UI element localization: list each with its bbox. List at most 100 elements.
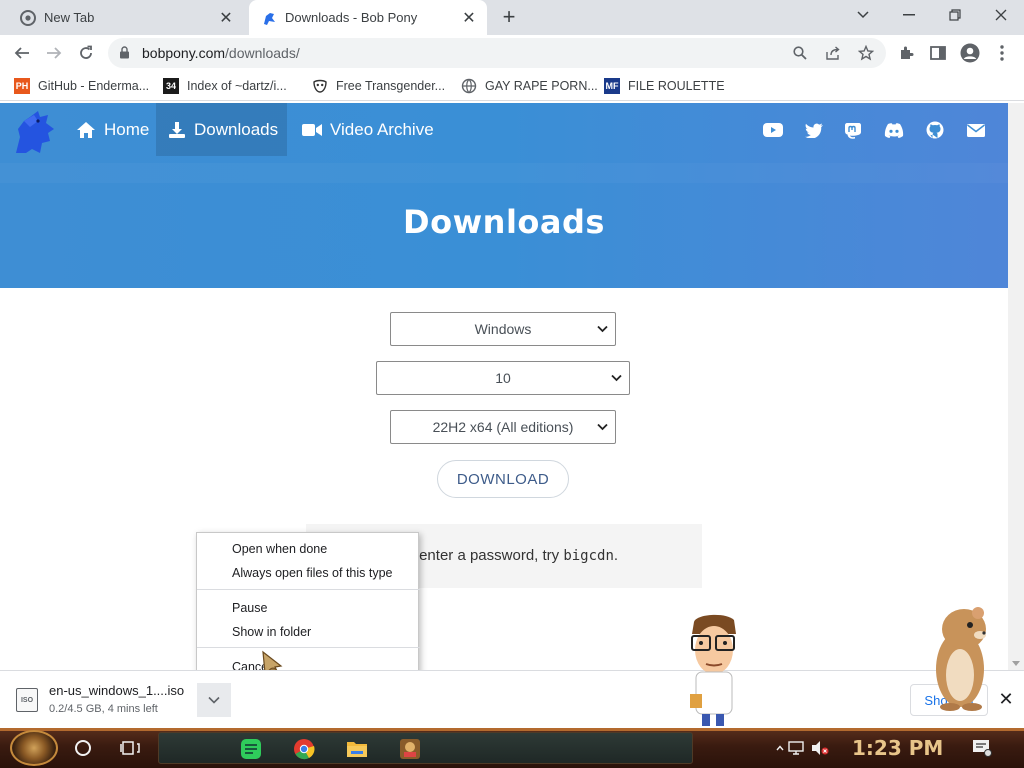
page-scrollbar[interactable] xyxy=(1008,103,1024,670)
twitter-icon[interactable] xyxy=(804,120,824,140)
os-select[interactable]: Windows xyxy=(390,312,616,346)
menu-item-show-in-folder[interactable]: Show in folder xyxy=(232,622,311,642)
bookmark-star-icon[interactable] xyxy=(856,43,876,63)
notifications-icon[interactable] xyxy=(972,738,992,758)
search-icon[interactable] xyxy=(790,43,810,63)
email-icon[interactable] xyxy=(966,120,986,140)
bonzi-app-icon[interactable] xyxy=(398,737,422,761)
task-view-icon[interactable] xyxy=(118,736,142,760)
scroll-down-icon[interactable] xyxy=(1012,661,1020,666)
download-context-menu: Open when done Always open files of this… xyxy=(196,532,420,681)
bookmark-file-roulette[interactable]: MF FILE ROULETTE xyxy=(604,76,725,96)
profile-avatar-icon[interactable] xyxy=(959,42,981,64)
discord-icon[interactable] xyxy=(884,120,904,140)
version-select[interactable]: 10 xyxy=(376,361,630,395)
menu-divider xyxy=(197,589,420,590)
bookmark-label: FILE ROULETTE xyxy=(628,79,725,93)
close-tab-icon[interactable]: ✕ xyxy=(216,8,236,28)
hero-banner: Home Downloads Video Archive Downloads xyxy=(0,103,1008,288)
bookmark-label: Index of ~dartz/i... xyxy=(187,79,287,93)
cartoon-man-icon xyxy=(686,612,742,733)
download-filename: en-us_windows_1....iso xyxy=(49,683,185,698)
tab-downloads-bob-pony[interactable]: Downloads - Bob Pony ✕ xyxy=(249,0,487,35)
tab-strip: New Tab ✕ Downloads - Bob Pony ✕ + xyxy=(0,0,1024,35)
file-explorer-icon[interactable] xyxy=(345,737,369,761)
minimize-icon[interactable] xyxy=(886,0,932,30)
share-icon[interactable] xyxy=(823,43,843,63)
close-shelf-icon[interactable]: ✕ xyxy=(996,689,1016,709)
back-icon[interactable] xyxy=(8,39,36,67)
new-tab-button[interactable]: + xyxy=(498,6,520,28)
bookmark-label: GAY RAPE PORN... xyxy=(485,79,598,93)
tab-title: Downloads - Bob Pony xyxy=(285,10,418,25)
side-panel-icon[interactable] xyxy=(927,42,949,64)
extensions-icon[interactable] xyxy=(895,42,917,64)
network-icon[interactable] xyxy=(787,738,807,758)
menu-item-pause[interactable]: Pause xyxy=(232,598,267,618)
mastodon-icon[interactable] xyxy=(843,120,863,140)
page-title: Downloads xyxy=(403,203,605,241)
cortana-icon[interactable] xyxy=(71,736,95,760)
github-icon[interactable] xyxy=(925,120,945,140)
lock-icon[interactable] xyxy=(119,46,130,64)
home-icon xyxy=(76,121,96,139)
nav-home-label: Home xyxy=(104,119,150,139)
taskbar-clock[interactable]: 1:23 PM xyxy=(852,736,943,760)
bookmark-gay[interactable]: GAY RAPE PORN... xyxy=(461,76,598,96)
browser-toolbar: bobpony.com/downloads/ xyxy=(0,35,1024,71)
hamster-icon xyxy=(930,603,992,716)
url-path: /downloads/ xyxy=(225,45,300,61)
build-select[interactable]: 22H2 x64 (All editions) xyxy=(390,410,616,444)
bookmark-label: Free Transgender... xyxy=(336,79,446,93)
taskbar-apps xyxy=(158,732,693,764)
taskbar: 1:23 PM xyxy=(0,728,1024,768)
bookmark-github[interactable]: PH GitHub - Enderma... xyxy=(14,76,149,96)
youtube-icon[interactable] xyxy=(763,120,783,140)
note-text-end: . xyxy=(613,547,619,564)
web-page: Home Downloads Video Archive Downloads W… xyxy=(0,103,1008,670)
chrome-taskbar-icon[interactable] xyxy=(292,737,316,761)
nav-video-archive[interactable]: Video Archive xyxy=(290,103,446,156)
mask-icon xyxy=(312,78,328,94)
tab-title: New Tab xyxy=(44,10,95,25)
download-icon xyxy=(168,121,186,139)
tab-new-tab[interactable]: New Tab ✕ xyxy=(8,0,244,35)
restore-icon[interactable] xyxy=(932,0,978,30)
download-status: 0.2/4.5 GB, 4 mins left xyxy=(49,703,158,715)
nav-downloads-label: Downloads xyxy=(194,119,279,139)
close-window-icon[interactable] xyxy=(978,0,1024,30)
chevron-down-icon xyxy=(208,691,220,709)
download-shelf: ISO en-us_windows_1....iso 0.2/4.5 GB, 4… xyxy=(0,670,1024,728)
bobpony-logo-icon[interactable] xyxy=(10,107,60,157)
iso-file-icon: ISO xyxy=(16,688,38,712)
reload-icon[interactable] xyxy=(72,39,100,67)
globe-icon xyxy=(461,78,477,94)
menu-item-open-when-done[interactable]: Open when done xyxy=(232,539,327,559)
nav-downloads[interactable]: Downloads xyxy=(156,103,287,156)
os-select-value: Windows xyxy=(474,321,532,337)
bookmark-label: GitHub - Enderma... xyxy=(38,79,150,93)
menu-item-always-open[interactable]: Always open files of this type xyxy=(232,563,393,583)
app-green-icon[interactable] xyxy=(239,737,263,761)
download-item[interactable]: ISO en-us_windows_1....iso 0.2/4.5 GB, 4… xyxy=(10,679,235,721)
build-select-value: 22H2 x64 (All editions) xyxy=(432,419,574,435)
site-navbar: Home Downloads Video Archive xyxy=(0,103,1008,156)
url-text: bobpony.com/downloads/ xyxy=(142,45,300,61)
address-bar[interactable]: bobpony.com/downloads/ xyxy=(108,38,886,68)
tab-search-icon[interactable] xyxy=(840,0,886,30)
close-tab-icon[interactable]: ✕ xyxy=(459,8,479,28)
start-button[interactable] xyxy=(10,730,58,766)
volume-muted-icon[interactable] xyxy=(810,738,830,758)
bookmark-free-transgender[interactable]: Free Transgender... xyxy=(312,76,445,96)
nav-video-archive-label: Video Archive xyxy=(330,119,434,139)
forward-icon[interactable] xyxy=(40,39,68,67)
bobpony-icon xyxy=(261,10,277,26)
chevron-down-icon xyxy=(595,420,609,434)
video-camera-icon xyxy=(302,123,322,137)
nav-home[interactable]: Home xyxy=(64,103,161,156)
bookmark-index-dartz[interactable]: 34 Index of ~dartz/i... xyxy=(163,76,287,96)
note-code: bigcdn xyxy=(563,548,614,564)
download-options-button[interactable] xyxy=(197,683,231,717)
menu-kebab-icon[interactable] xyxy=(991,42,1013,64)
download-button[interactable]: DOWNLOAD xyxy=(437,460,569,498)
